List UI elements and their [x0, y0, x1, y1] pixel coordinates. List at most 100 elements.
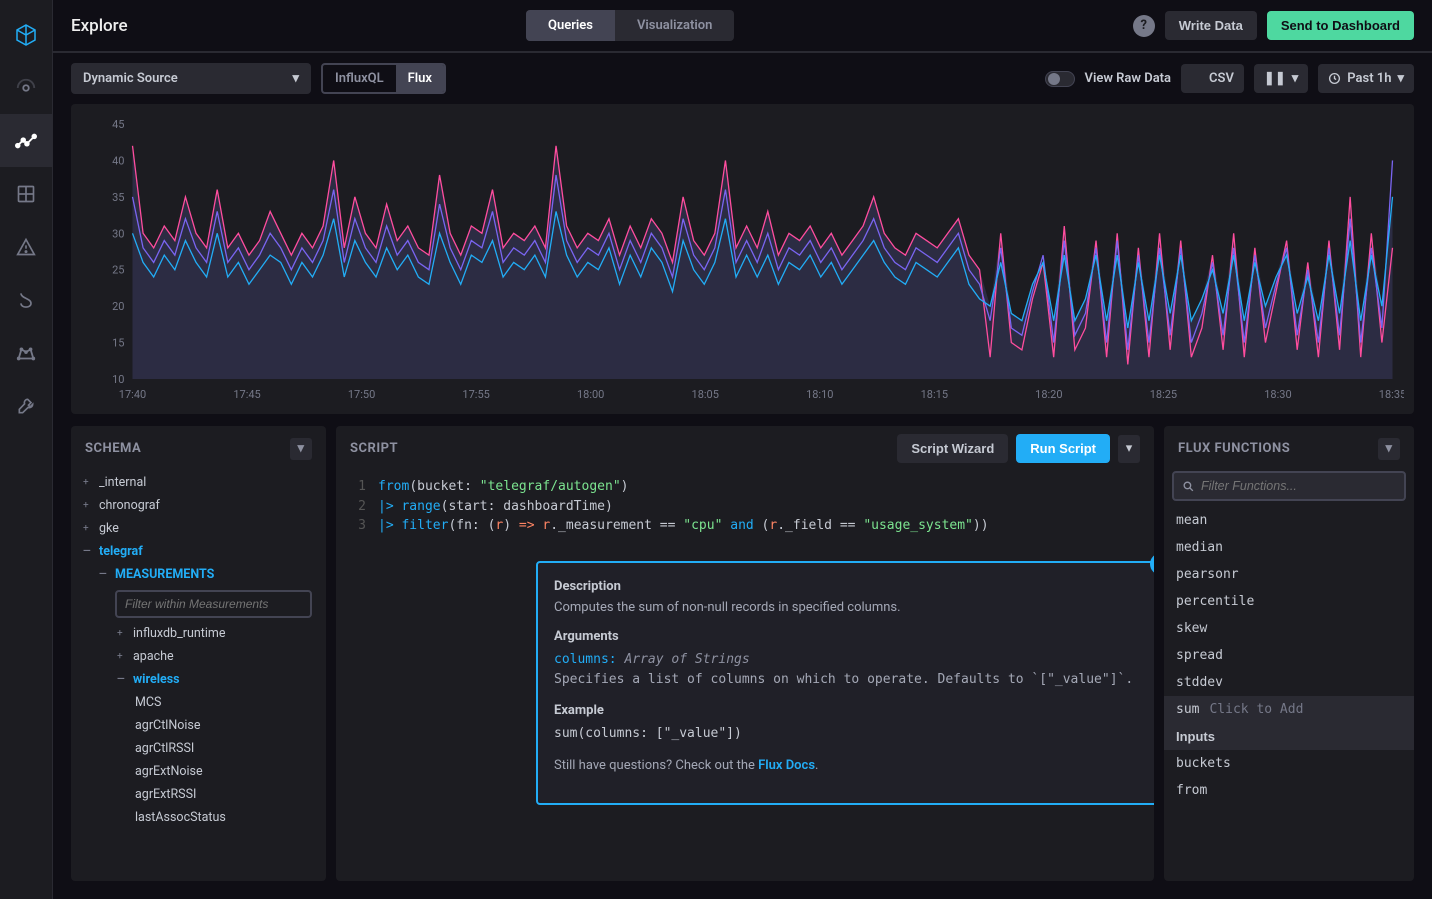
tab-queries[interactable]: Queries	[526, 10, 615, 41]
svg-text:35: 35	[112, 191, 124, 204]
svg-text:18:30: 18:30	[1264, 388, 1291, 401]
source-label: Dynamic Source	[83, 71, 178, 86]
tooltip-args-heading: Arguments	[554, 629, 1146, 644]
function-tooltip: ✕ Description Computes the sum of non-nu…	[536, 561, 1154, 805]
chevron-down-icon: ▾	[1397, 71, 1404, 86]
lang-flux[interactable]: Flux	[396, 65, 444, 92]
raw-data-toggle[interactable]	[1045, 71, 1075, 87]
tooltip-desc-heading: Description	[554, 579, 1146, 594]
logo-icon[interactable]	[0, 8, 53, 61]
flux-function-item[interactable]: from	[1164, 777, 1414, 804]
help-icon[interactable]: ?	[1133, 15, 1155, 37]
tooltip-example: sum(columns: ["_value"])	[554, 724, 1146, 744]
svg-text:18:05: 18:05	[692, 388, 719, 401]
nav-logs-icon[interactable]	[0, 273, 53, 326]
flux-functions-panel: FLUX FUNCTIONS ▾ meanmedianpearsonrperce…	[1164, 426, 1414, 881]
svg-text:17:55: 17:55	[462, 388, 489, 401]
flux-search-input[interactable]	[1201, 479, 1396, 493]
query-controls: Dynamic Source ▾ InfluxQL Flux View Raw …	[53, 53, 1432, 104]
time-series-chart[interactable]: 10 15 20 25 30 35 40 45 17:40 17:45 17:50 17:55 18:0…	[71, 104, 1414, 414]
run-dropdown-button[interactable]: ▾	[1118, 435, 1140, 463]
nav-admin-icon[interactable]	[0, 326, 53, 379]
schema-collapse-button[interactable]: ▾	[290, 438, 312, 460]
flux-docs-link[interactable]: Flux Docs	[758, 758, 815, 773]
svg-text:18:25: 18:25	[1150, 388, 1177, 401]
nav-sidebar	[0, 0, 53, 899]
svg-text:18:35: 18:35	[1379, 388, 1404, 401]
raw-data-label: View Raw Data	[1085, 71, 1172, 86]
script-wizard-button[interactable]: Script Wizard	[897, 434, 1008, 463]
flux-function-item[interactable]: median	[1164, 534, 1414, 561]
svg-text:18:10: 18:10	[806, 388, 833, 401]
nav-status-icon[interactable]	[0, 61, 53, 114]
send-to-dashboard-button[interactable]: Send to Dashboard	[1267, 11, 1414, 40]
flux-function-item[interactable]: pearsonr	[1164, 561, 1414, 588]
chevron-down-icon: ▾	[292, 71, 299, 86]
tab-visualization[interactable]: Visualization	[615, 10, 734, 41]
measurements-filter-input[interactable]	[115, 590, 312, 618]
flux-function-item[interactable]: buckets	[1164, 750, 1414, 777]
schema-field[interactable]: agrExtNoise	[79, 760, 318, 783]
search-icon	[1182, 480, 1195, 493]
svg-text:40: 40	[112, 154, 124, 167]
flux-function-list: meanmedianpearsonrpercentileskewspreadst…	[1164, 507, 1414, 881]
schema-database[interactable]: +_internal	[79, 471, 318, 494]
schema-field[interactable]: agrCtlNoise	[79, 714, 318, 737]
script-panel: SCRIPT Script Wizard Run Script ▾ 1from(…	[336, 426, 1154, 881]
flux-function-item[interactable]: spread	[1164, 642, 1414, 669]
flux-function-item[interactable]: skew	[1164, 615, 1414, 642]
svg-text:17:50: 17:50	[348, 388, 375, 401]
page-title: Explore	[71, 16, 128, 36]
svg-text:18:15: 18:15	[921, 388, 948, 401]
flux-collapse-button[interactable]: ▾	[1378, 438, 1400, 460]
svg-text:17:40: 17:40	[119, 388, 146, 401]
svg-text:18:20: 18:20	[1035, 388, 1062, 401]
schema-field[interactable]: agrCtlRSSI	[79, 737, 318, 760]
schema-measurement[interactable]: —wireless	[79, 668, 318, 691]
flux-editor[interactable]: 1from(bucket: "telegraf/autogen")2 |> ra…	[336, 471, 1154, 542]
flux-title: FLUX FUNCTIONS	[1178, 441, 1290, 456]
schema-field[interactable]: lastAssocStatus	[79, 806, 318, 829]
script-title: SCRIPT	[350, 441, 398, 456]
flux-function-item[interactable]: mean	[1164, 507, 1414, 534]
tooltip-arg-name: columns:	[554, 652, 617, 667]
svg-text:30: 30	[112, 227, 124, 240]
nav-config-icon[interactable]	[0, 379, 53, 432]
schema-database[interactable]: +gke	[79, 517, 318, 540]
nav-alerts-icon[interactable]	[0, 220, 53, 273]
nav-explore-icon[interactable]	[0, 114, 53, 167]
tooltip-arg-desc: Specifies a list of columns on which to …	[554, 672, 1133, 687]
nav-dashboards-icon[interactable]	[0, 167, 53, 220]
refresh-dropdown[interactable]: ❚❚ ▾	[1254, 64, 1308, 93]
clock-icon	[1328, 72, 1341, 85]
time-range-dropdown[interactable]: Past 1h ▾	[1318, 64, 1414, 93]
flux-function-item[interactable]: percentile	[1164, 588, 1414, 615]
lang-influxql[interactable]: InfluxQL	[323, 65, 396, 92]
schema-measurement[interactable]: +influxdb_runtime	[79, 622, 318, 645]
svg-text:45: 45	[112, 118, 124, 131]
schema-measurement[interactable]: +apache	[79, 645, 318, 668]
tooltip-desc: Computes the sum of non-null records in …	[554, 600, 1146, 615]
flux-category-heading: Inputs	[1164, 723, 1414, 750]
schema-database[interactable]: +chronograf	[79, 494, 318, 517]
csv-button[interactable]: CSV	[1181, 64, 1244, 93]
schema-database[interactable]: —telegraf	[79, 540, 318, 563]
svg-text:20: 20	[112, 300, 124, 313]
schema-title: SCHEMA	[85, 441, 141, 456]
flux-search[interactable]	[1172, 471, 1406, 501]
source-dropdown[interactable]: Dynamic Source ▾	[71, 63, 311, 94]
pause-icon: ❚❚	[1264, 71, 1286, 86]
schema-measurements-heading[interactable]: —MEASUREMENTS	[79, 563, 318, 586]
run-script-button[interactable]: Run Script	[1016, 434, 1110, 463]
svg-text:10: 10	[112, 373, 124, 386]
schema-field[interactable]: MCS	[79, 691, 318, 714]
close-icon[interactable]: ✕	[1150, 553, 1154, 575]
flux-function-item[interactable]: stddev	[1164, 669, 1414, 696]
tooltip-footer-text: Still have questions? Check out the	[554, 758, 758, 773]
flux-function-selected[interactable]: sumClick to Add	[1164, 696, 1414, 723]
svg-text:25: 25	[112, 264, 124, 277]
schema-field[interactable]: agrExtRSSI	[79, 783, 318, 806]
svg-text:15: 15	[112, 337, 124, 350]
write-data-button[interactable]: Write Data	[1165, 11, 1257, 40]
svg-text:17:45: 17:45	[233, 388, 260, 401]
